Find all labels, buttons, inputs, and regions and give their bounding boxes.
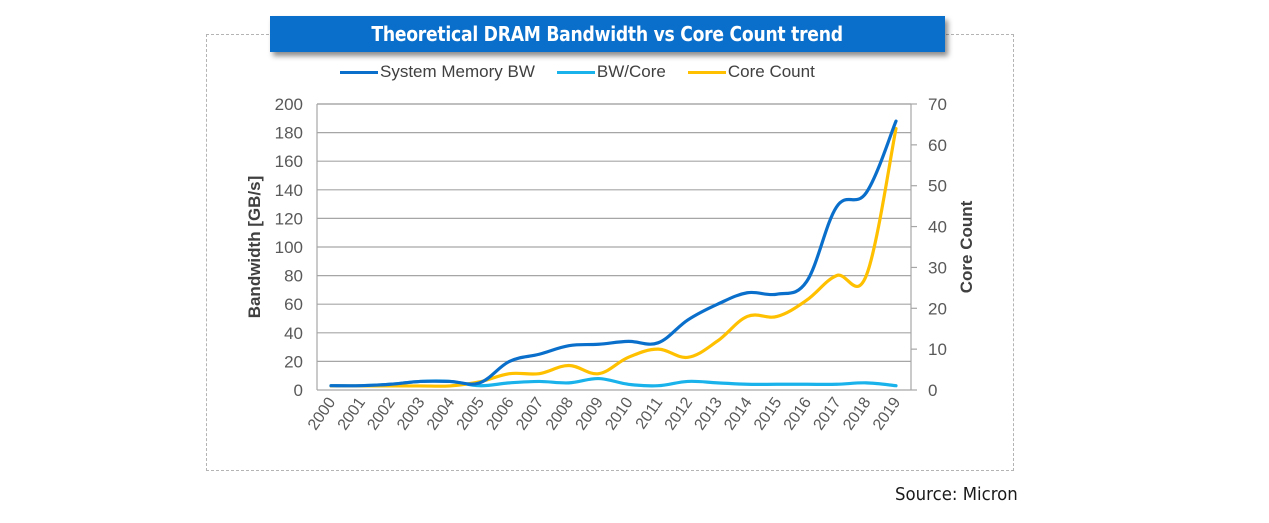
- x-tick-label: 2007: [513, 394, 547, 433]
- x-tick-label: 2014: [721, 394, 755, 433]
- y2-tick-label: 0: [928, 381, 937, 400]
- x-tick-label: 2012: [662, 394, 696, 433]
- x-tick-label: 2015: [751, 394, 785, 433]
- x-tick-label: 2010: [602, 394, 636, 433]
- x-tick-label: 2017: [810, 394, 844, 433]
- source-note: Source: Micron: [895, 484, 1018, 505]
- x-tick-label: 2008: [543, 394, 577, 433]
- x-tick-label: 2003: [394, 394, 428, 433]
- y-tick-label: 40: [284, 324, 303, 343]
- y2-axis-title: Core Count: [957, 200, 976, 293]
- y-tick-label: 80: [284, 267, 303, 286]
- x-tick-label: 2011: [633, 394, 667, 432]
- line-chart: 0204060801001201401601802000102030405060…: [245, 95, 976, 433]
- y-tick-label: 100: [275, 238, 303, 257]
- y2-tick-label: 50: [928, 177, 947, 196]
- y2-tick-label: 40: [928, 218, 947, 237]
- y-tick-label: 140: [275, 181, 303, 200]
- x-tick-label: 2013: [692, 394, 726, 433]
- y-axis-title: Bandwidth [GB/s]: [245, 176, 264, 319]
- y2-tick-label: 30: [928, 258, 947, 277]
- x-tick-label: 2019: [870, 394, 904, 433]
- y-tick-label: 160: [275, 152, 303, 171]
- y-tick-label: 20: [284, 352, 303, 371]
- y-tick-label: 200: [275, 95, 303, 114]
- x-tick-label: 2018: [840, 394, 874, 433]
- x-tick-label: 2002: [364, 394, 398, 433]
- y2-tick-label: 10: [928, 340, 947, 359]
- series-line-core-count: [329, 126, 898, 388]
- y-tick-label: 120: [275, 209, 303, 228]
- y2-tick-label: 60: [928, 136, 947, 155]
- x-tick-label: 2004: [424, 394, 458, 433]
- x-tick-label: 2009: [573, 394, 607, 433]
- x-tick-label: 2006: [483, 394, 517, 433]
- y2-tick-label: 20: [928, 299, 947, 318]
- x-tick-label: 2005: [454, 394, 488, 433]
- gridlines: [317, 103, 911, 362]
- x-tick-label: 2001: [335, 394, 369, 433]
- y-tick-label: 0: [294, 381, 303, 400]
- y2-tick-label: 70: [928, 95, 947, 114]
- x-tick-label: 2016: [781, 394, 815, 433]
- y-tick-label: 60: [284, 295, 303, 314]
- x-tick-label: 2000: [305, 394, 339, 433]
- y-tick-label: 180: [275, 124, 303, 143]
